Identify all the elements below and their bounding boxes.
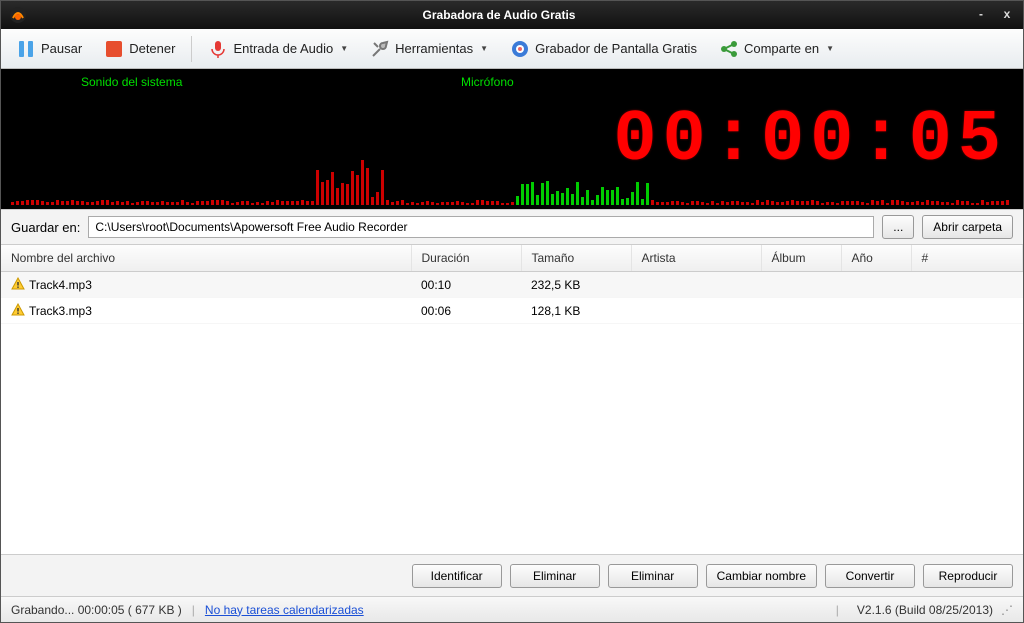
titlebar: Grabadora de Audio Gratis - x <box>1 1 1023 29</box>
recording-status: Grabando... 00:00:05 ( 677 KB ) <box>11 603 182 617</box>
cell-artist <box>631 272 761 298</box>
convert-button[interactable]: Convertir <box>825 564 915 588</box>
track-table-container: Nombre del archivo Duración Tamaño Artis… <box>1 245 1023 554</box>
audio-input-label: Entrada de Audio <box>233 41 333 56</box>
action-buttons-row: Identificar Eliminar Eliminar Cambiar no… <box>1 554 1023 596</box>
scheduled-tasks-link[interactable]: No hay tareas calendarizadas <box>205 603 364 617</box>
save-path-input[interactable] <box>88 216 874 238</box>
chevron-down-icon: ▼ <box>340 44 348 53</box>
cell-album <box>761 298 841 324</box>
table-row[interactable]: Track4.mp3 00:10232,5 KB <box>1 272 1023 298</box>
microphone-icon <box>208 39 228 59</box>
screen-recorder-icon <box>510 39 530 59</box>
chevron-down-icon: ▼ <box>826 44 834 53</box>
version-label: V2.1.6 (Build 08/25/2013) <box>857 603 993 617</box>
cell-num <box>911 272 1023 298</box>
system-sound-label: Sonido del sistema <box>81 75 182 89</box>
screen-recorder-label: Grabador de Pantalla Gratis <box>535 41 697 56</box>
cell-artist <box>631 298 761 324</box>
track-table: Nombre del archivo Duración Tamaño Artis… <box>1 245 1023 324</box>
delete-button-1[interactable]: Eliminar <box>510 564 600 588</box>
browse-button[interactable]: ... <box>882 215 914 239</box>
app-icon <box>9 6 27 24</box>
close-button[interactable]: x <box>999 7 1015 23</box>
cell-filename: Track3.mp3 <box>29 304 92 318</box>
col-duration[interactable]: Duración <box>411 245 521 272</box>
waveform-bars <box>11 145 1013 205</box>
tools-button[interactable]: Herramientas ▼ <box>361 34 497 64</box>
cell-year <box>841 298 911 324</box>
save-row: Guardar en: ... Abrir carpeta <box>1 209 1023 245</box>
pause-label: Pausar <box>41 41 82 56</box>
identify-button[interactable]: Identificar <box>412 564 502 588</box>
share-icon <box>719 39 739 59</box>
stop-label: Detener <box>129 41 175 56</box>
open-folder-button[interactable]: Abrir carpeta <box>922 215 1013 239</box>
toolbar: Pausar Detener Entrada de Audio ▼ Herram… <box>1 29 1023 69</box>
resize-grip-icon[interactable]: ⋰ <box>1001 603 1013 617</box>
rename-button[interactable]: Cambiar nombre <box>706 564 817 588</box>
col-artist[interactable]: Artista <box>631 245 761 272</box>
waveform-area: Sonido del sistema Micrófono 00:00:05 <box>1 69 1023 209</box>
audio-input-button[interactable]: Entrada de Audio ▼ <box>199 34 357 64</box>
warning-icon <box>11 277 25 291</box>
tools-icon <box>370 39 390 59</box>
delete-button-2[interactable]: Eliminar <box>608 564 698 588</box>
col-size[interactable]: Tamaño <box>521 245 631 272</box>
pause-icon <box>16 39 36 59</box>
tools-label: Herramientas <box>395 41 473 56</box>
statusbar: Grabando... 00:00:05 ( 677 KB ) | No hay… <box>1 596 1023 622</box>
cell-size: 232,5 KB <box>521 272 631 298</box>
play-button[interactable]: Reproducir <box>923 564 1013 588</box>
table-row[interactable]: Track3.mp3 00:06128,1 KB <box>1 298 1023 324</box>
col-filename[interactable]: Nombre del archivo <box>1 245 411 272</box>
window-title: Grabadora de Audio Gratis <box>35 8 963 22</box>
cell-album <box>761 272 841 298</box>
share-label: Comparte en <box>744 41 819 56</box>
cell-year <box>841 272 911 298</box>
cell-num <box>911 298 1023 324</box>
cell-filename: Track4.mp3 <box>29 278 92 292</box>
share-button[interactable]: Comparte en ▼ <box>710 34 843 64</box>
table-header-row: Nombre del archivo Duración Tamaño Artis… <box>1 245 1023 272</box>
col-year[interactable]: Año <box>841 245 911 272</box>
cell-size: 128,1 KB <box>521 298 631 324</box>
cell-duration: 00:06 <box>411 298 521 324</box>
pause-button[interactable]: Pausar <box>7 34 91 64</box>
microphone-label: Micrófono <box>461 75 514 89</box>
col-num[interactable]: # <box>911 245 1023 272</box>
col-album[interactable]: Álbum <box>761 245 841 272</box>
stop-button[interactable]: Detener <box>95 34 184 64</box>
minimize-button[interactable]: - <box>973 7 989 23</box>
save-label: Guardar en: <box>11 220 80 235</box>
stop-icon <box>104 39 124 59</box>
separator <box>191 36 192 62</box>
cell-duration: 00:10 <box>411 272 521 298</box>
chevron-down-icon: ▼ <box>480 44 488 53</box>
screen-recorder-button[interactable]: Grabador de Pantalla Gratis <box>501 34 706 64</box>
warning-icon <box>11 303 25 317</box>
